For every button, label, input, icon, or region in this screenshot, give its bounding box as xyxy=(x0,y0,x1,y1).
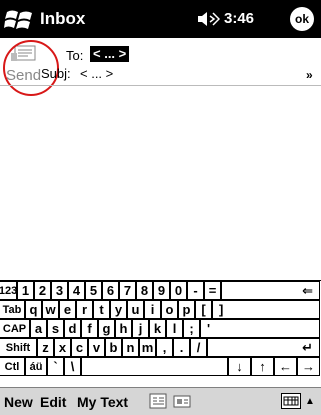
key[interactable]: 8 xyxy=(136,281,153,300)
keyboard-row-bottom: Ctl áü ` \ ↓ ↑ ← → xyxy=(0,357,321,376)
key[interactable]: u xyxy=(127,300,144,319)
keyboard-row-shift: Shift z x c v b n m , . / ↵ xyxy=(0,338,321,357)
key[interactable]: p xyxy=(178,300,195,319)
key[interactable]: e xyxy=(59,300,76,319)
key[interactable]: / xyxy=(190,338,207,357)
keyboard-row-numbers: 123 1 2 3 4 5 6 7 8 9 0 - = ⇐ xyxy=(0,281,321,300)
menu-edit[interactable]: Edit xyxy=(40,394,66,410)
key[interactable]: y xyxy=(110,300,127,319)
key[interactable]: - xyxy=(187,281,204,300)
key[interactable]: 5 xyxy=(85,281,102,300)
show-header-icon[interactable] xyxy=(149,393,167,409)
key[interactable]: r xyxy=(76,300,93,319)
key[interactable]: ; xyxy=(183,319,200,338)
key[interactable]: v xyxy=(88,338,105,357)
key-tab[interactable]: Tab xyxy=(0,300,25,319)
menu-new[interactable]: New xyxy=(4,394,33,410)
key[interactable]: c xyxy=(71,338,88,357)
key-123[interactable]: 123 xyxy=(0,281,17,300)
key[interactable]: . xyxy=(173,338,190,357)
key-left-arrow[interactable]: ← xyxy=(274,357,297,376)
key[interactable]: 0 xyxy=(170,281,187,300)
key[interactable]: = xyxy=(204,281,221,300)
windows-flag-icon[interactable] xyxy=(4,6,36,32)
key[interactable]: d xyxy=(64,319,81,338)
key[interactable]: ] xyxy=(212,300,320,319)
key[interactable]: 1 xyxy=(17,281,34,300)
key[interactable]: j xyxy=(132,319,149,338)
key[interactable]: ' xyxy=(200,319,320,338)
app-title: Inbox xyxy=(40,9,86,28)
key[interactable]: m xyxy=(139,338,156,357)
key-space[interactable] xyxy=(81,357,228,376)
insert-icon[interactable] xyxy=(173,393,191,409)
key[interactable]: s xyxy=(47,319,64,338)
subject-field[interactable]: < ... > xyxy=(80,66,113,81)
ok-button[interactable]: ok xyxy=(290,7,314,31)
speaker-icon[interactable] xyxy=(198,11,220,27)
key-caps-lock[interactable]: CAP xyxy=(0,319,30,338)
keyboard-row-qwerty: Tab q w e r t y u i o p [ ] xyxy=(0,300,321,319)
key-shift[interactable]: Shift xyxy=(0,338,37,357)
to-label: To: xyxy=(66,48,84,63)
key[interactable]: t xyxy=(93,300,110,319)
message-body-area[interactable] xyxy=(0,86,321,279)
key[interactable]: 6 xyxy=(102,281,119,300)
key[interactable]: w xyxy=(42,300,59,319)
key[interactable]: k xyxy=(149,319,166,338)
key-accents[interactable]: áü xyxy=(25,357,47,376)
soft-keyboard: 123 1 2 3 4 5 6 7 8 9 0 - = ⇐ Tab q w e … xyxy=(0,280,321,385)
clock-time[interactable]: 3:46 xyxy=(224,10,254,27)
key[interactable]: o xyxy=(161,300,178,319)
key[interactable]: n xyxy=(122,338,139,357)
envelope-send-icon xyxy=(11,45,36,61)
key[interactable]: b xyxy=(105,338,122,357)
key[interactable]: 2 xyxy=(34,281,51,300)
keyboard-icon[interactable] xyxy=(281,393,301,409)
keyboard-row-home: CAP a s d f g h j k l ; ' xyxy=(0,319,321,338)
menu-my-text[interactable]: My Text xyxy=(77,394,128,410)
key[interactable]: h xyxy=(115,319,132,338)
key[interactable]: 3 xyxy=(51,281,68,300)
key[interactable]: \ xyxy=(64,357,81,376)
key-down-arrow[interactable]: ↓ xyxy=(228,357,251,376)
key[interactable]: z xyxy=(37,338,54,357)
input-selector-arrow[interactable]: ▲ xyxy=(305,396,315,407)
key-up-arrow[interactable]: ↑ xyxy=(251,357,274,376)
key[interactable]: [ xyxy=(195,300,212,319)
key[interactable]: 9 xyxy=(153,281,170,300)
key-right-arrow[interactable]: → xyxy=(297,357,320,376)
key[interactable]: q xyxy=(25,300,42,319)
key[interactable]: x xyxy=(54,338,71,357)
key[interactable]: i xyxy=(144,300,161,319)
key[interactable]: 4 xyxy=(68,281,85,300)
key-enter[interactable]: ↵ xyxy=(207,338,320,357)
key[interactable]: 7 xyxy=(119,281,136,300)
key-ctrl[interactable]: Ctl xyxy=(0,357,25,376)
key[interactable]: a xyxy=(30,319,47,338)
subject-label: Subj: xyxy=(41,66,71,81)
expand-header-button[interactable]: » xyxy=(306,68,313,82)
menu-bar: New Edit My Text ▲ xyxy=(0,387,321,415)
key[interactable]: l xyxy=(166,319,183,338)
to-field[interactable]: < ... > xyxy=(90,46,130,62)
send-label: Send xyxy=(6,67,42,84)
key-backspace[interactable]: ⇐ xyxy=(221,281,320,300)
title-bar: Inbox 3:46 ok xyxy=(0,0,321,38)
key[interactable]: f xyxy=(81,319,98,338)
key[interactable]: , xyxy=(156,338,173,357)
key[interactable]: ` xyxy=(47,357,64,376)
key[interactable]: g xyxy=(98,319,115,338)
